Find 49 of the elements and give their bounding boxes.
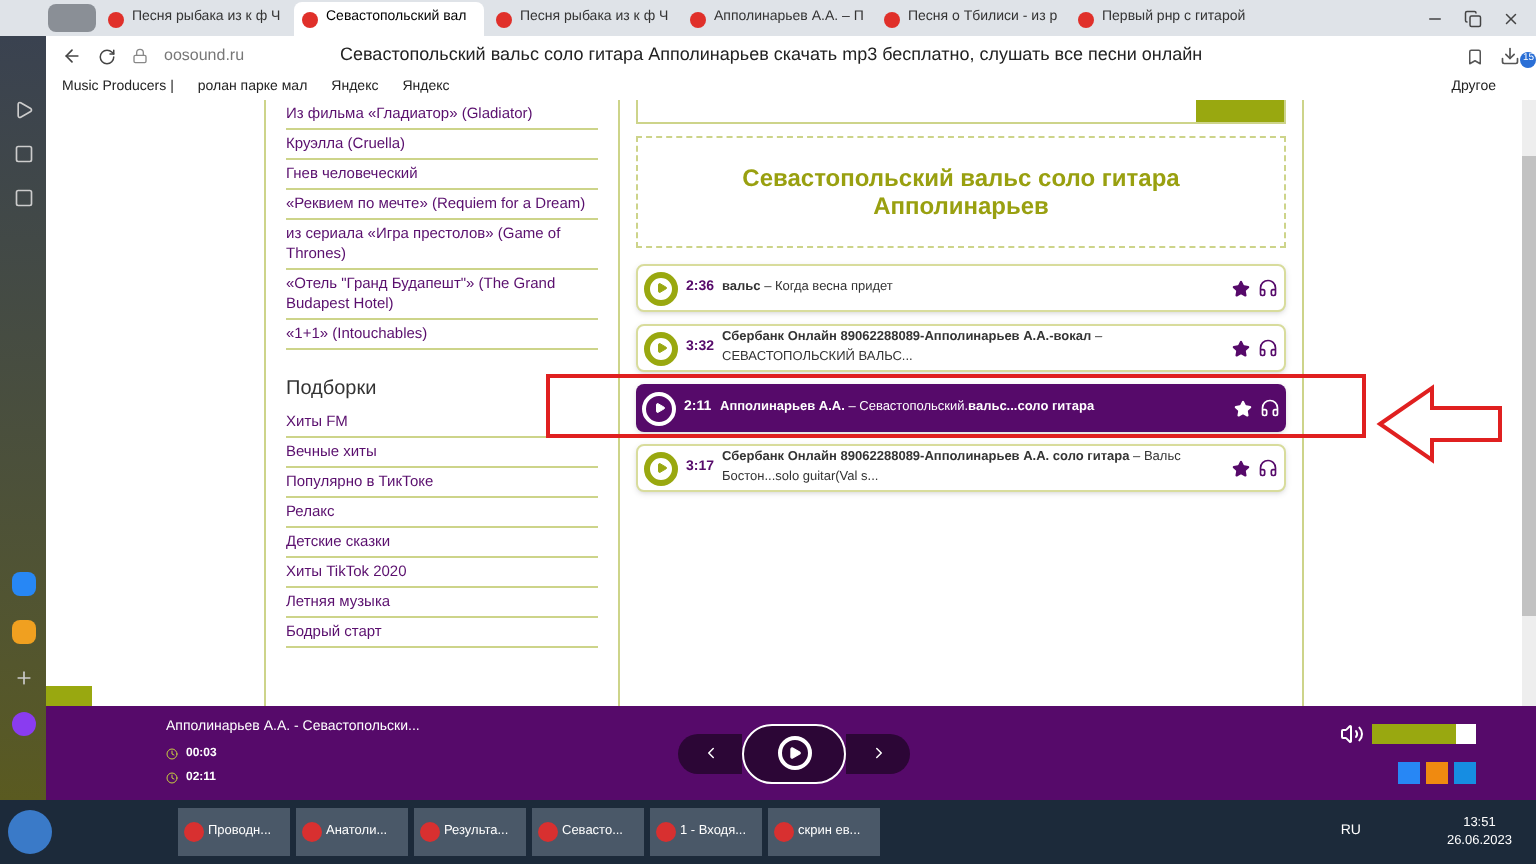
star-icon[interactable]	[1232, 459, 1250, 477]
app-icon	[420, 822, 440, 842]
app-icon[interactable]	[11, 620, 35, 644]
square-icon[interactable]	[13, 144, 33, 164]
star-icon[interactable]	[1232, 339, 1250, 357]
download-icon[interactable]	[1500, 46, 1520, 66]
play-pause-button[interactable]	[742, 723, 846, 783]
app-icon	[302, 822, 322, 842]
play-icon[interactable]	[13, 100, 33, 120]
play-icon	[653, 402, 665, 414]
url-domain[interactable]: oosound.ru	[164, 44, 324, 68]
star-icon[interactable]	[1232, 279, 1250, 297]
bookmark-icon[interactable]	[1466, 47, 1484, 65]
close-icon[interactable]	[1502, 10, 1520, 28]
headphones-icon[interactable]	[1258, 278, 1278, 298]
app-icon	[656, 822, 676, 842]
page-title: Севастопольский вальс соло гитара Апполинарьев скачать mp3 бесплатно, слушать все песни онлайн	[340, 42, 1203, 69]
site-icon	[884, 11, 900, 27]
tab-menu-button[interactable]	[48, 4, 96, 32]
volume-icon[interactable]	[1340, 722, 1364, 746]
clock-icon	[166, 772, 178, 785]
back-icon[interactable]	[62, 46, 82, 66]
site-icon	[108, 11, 124, 27]
lock-icon	[132, 48, 148, 64]
scrollbar[interactable]	[1522, 100, 1536, 706]
play-icon	[655, 282, 667, 294]
play-icon	[787, 746, 801, 760]
start-button[interactable]	[8, 810, 52, 854]
song-title: Севастопольский вальс соло гитара Апполинарьев	[636, 136, 1286, 248]
app-icon	[184, 822, 204, 842]
progress-marker	[46, 686, 92, 706]
arrow-drawing	[1376, 384, 1504, 464]
headphones-icon[interactable]	[1258, 338, 1278, 358]
app-icon	[538, 822, 558, 842]
site-icon	[302, 11, 318, 27]
add-icon[interactable]	[13, 668, 33, 688]
site-icon	[1078, 11, 1094, 27]
volume-track[interactable]	[1372, 724, 1476, 744]
search-bar[interactable]	[636, 100, 1286, 124]
play-icon	[655, 462, 667, 474]
clock-icon	[166, 748, 178, 761]
section-heading: Подборки	[286, 376, 379, 404]
play-icon	[655, 342, 667, 354]
site-icon	[496, 11, 512, 27]
app-icon	[774, 822, 794, 842]
restore-icon[interactable]	[1464, 10, 1482, 28]
headphones-icon[interactable]	[1258, 458, 1278, 478]
reload-icon[interactable]	[98, 47, 116, 65]
site-icon	[690, 11, 706, 27]
